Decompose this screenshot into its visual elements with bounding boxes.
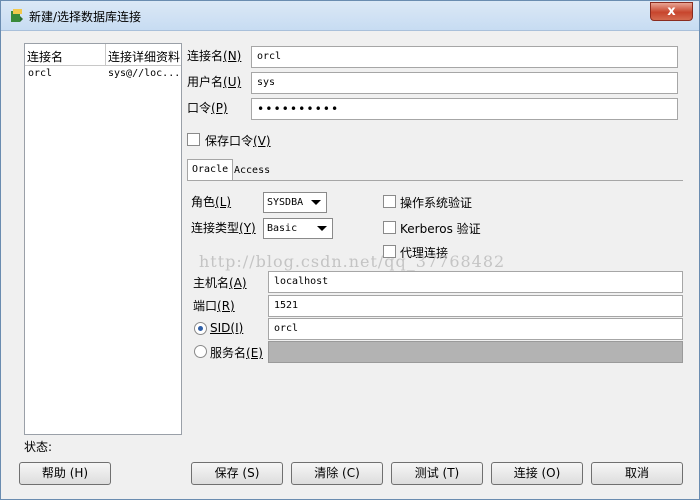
save-password-checkbox[interactable]: [187, 133, 200, 146]
connect-button[interactable]: 连接 (O): [491, 462, 583, 485]
column-header-detail[interactable]: 连接详细资料: [108, 48, 180, 65]
kerberos-checkbox[interactable]: [383, 221, 396, 234]
service-label: 服务名(E): [210, 346, 263, 360]
watermark: http://blog.csdn.net/qq_37768482: [199, 252, 506, 271]
host-label: 主机名(A): [193, 276, 247, 290]
sid-label: SID(I): [210, 321, 244, 335]
list-item-detail: sys@//loc...: [108, 68, 181, 79]
service-radio[interactable]: [194, 345, 207, 358]
conn-name-input[interactable]: orcl: [251, 46, 678, 68]
chevron-down-icon: [311, 200, 321, 205]
connection-list[interactable]: 连接名 连接详细资料 orcl sys@//loc...: [24, 43, 182, 435]
column-header-name[interactable]: 连接名: [27, 48, 105, 65]
port-label: 端口(R): [193, 299, 235, 313]
username-label: 用户名(U): [187, 75, 242, 89]
os-auth-checkbox[interactable]: [383, 195, 396, 208]
password-input[interactable]: ••••••••••: [251, 98, 678, 120]
column-divider[interactable]: [105, 44, 106, 66]
kerberos-label: Kerberos 验证: [400, 222, 481, 236]
role-value: SYSDBA: [267, 197, 304, 208]
cancel-button[interactable]: 取消: [591, 462, 683, 485]
os-auth-label: 操作系统验证: [400, 196, 473, 210]
sid-input[interactable]: orcl: [268, 318, 683, 340]
help-button[interactable]: 帮助 (H): [19, 462, 111, 485]
list-header: 连接名 连接详细资料: [25, 44, 181, 66]
chevron-down-icon: [317, 226, 327, 231]
close-button[interactable]: x: [650, 2, 693, 21]
window-title: 新建/选择数据库连接: [29, 10, 142, 24]
title-bar: 新建/选择数据库连接 x: [1, 1, 699, 31]
host-input[interactable]: localhost: [268, 271, 683, 293]
status-label: 状态:: [24, 440, 53, 454]
tab-oracle[interactable]: Oracle: [187, 159, 234, 181]
clear-button[interactable]: 清除 (C): [291, 462, 383, 485]
dialog-window: 新建/选择数据库连接 x 连接名 连接详细资料 orcl sys@//loc..…: [0, 0, 700, 500]
role-label: 角色(L): [191, 195, 232, 209]
sid-radio[interactable]: [194, 322, 207, 335]
conn-type-value: Basic: [267, 223, 298, 234]
service-input: [268, 341, 683, 363]
test-button[interactable]: 测试 (T): [391, 462, 483, 485]
conn-type-label: 连接类型(Y): [191, 221, 256, 235]
database-connect-icon: [11, 9, 23, 22]
port-input[interactable]: 1521: [268, 295, 683, 317]
tab-divider: [187, 180, 683, 181]
save-button[interactable]: 保存 (S): [191, 462, 283, 485]
role-select[interactable]: SYSDBA: [263, 192, 327, 213]
conn-name-label: 连接名(N): [187, 49, 242, 63]
password-label: 口令(P): [187, 101, 228, 115]
list-item-name: orcl: [28, 68, 53, 79]
username-input[interactable]: sys: [251, 72, 678, 94]
conn-type-select[interactable]: Basic: [263, 218, 333, 239]
list-item[interactable]: orcl sys@//loc...: [25, 66, 181, 82]
save-password-label: 保存口令(V): [205, 134, 271, 148]
